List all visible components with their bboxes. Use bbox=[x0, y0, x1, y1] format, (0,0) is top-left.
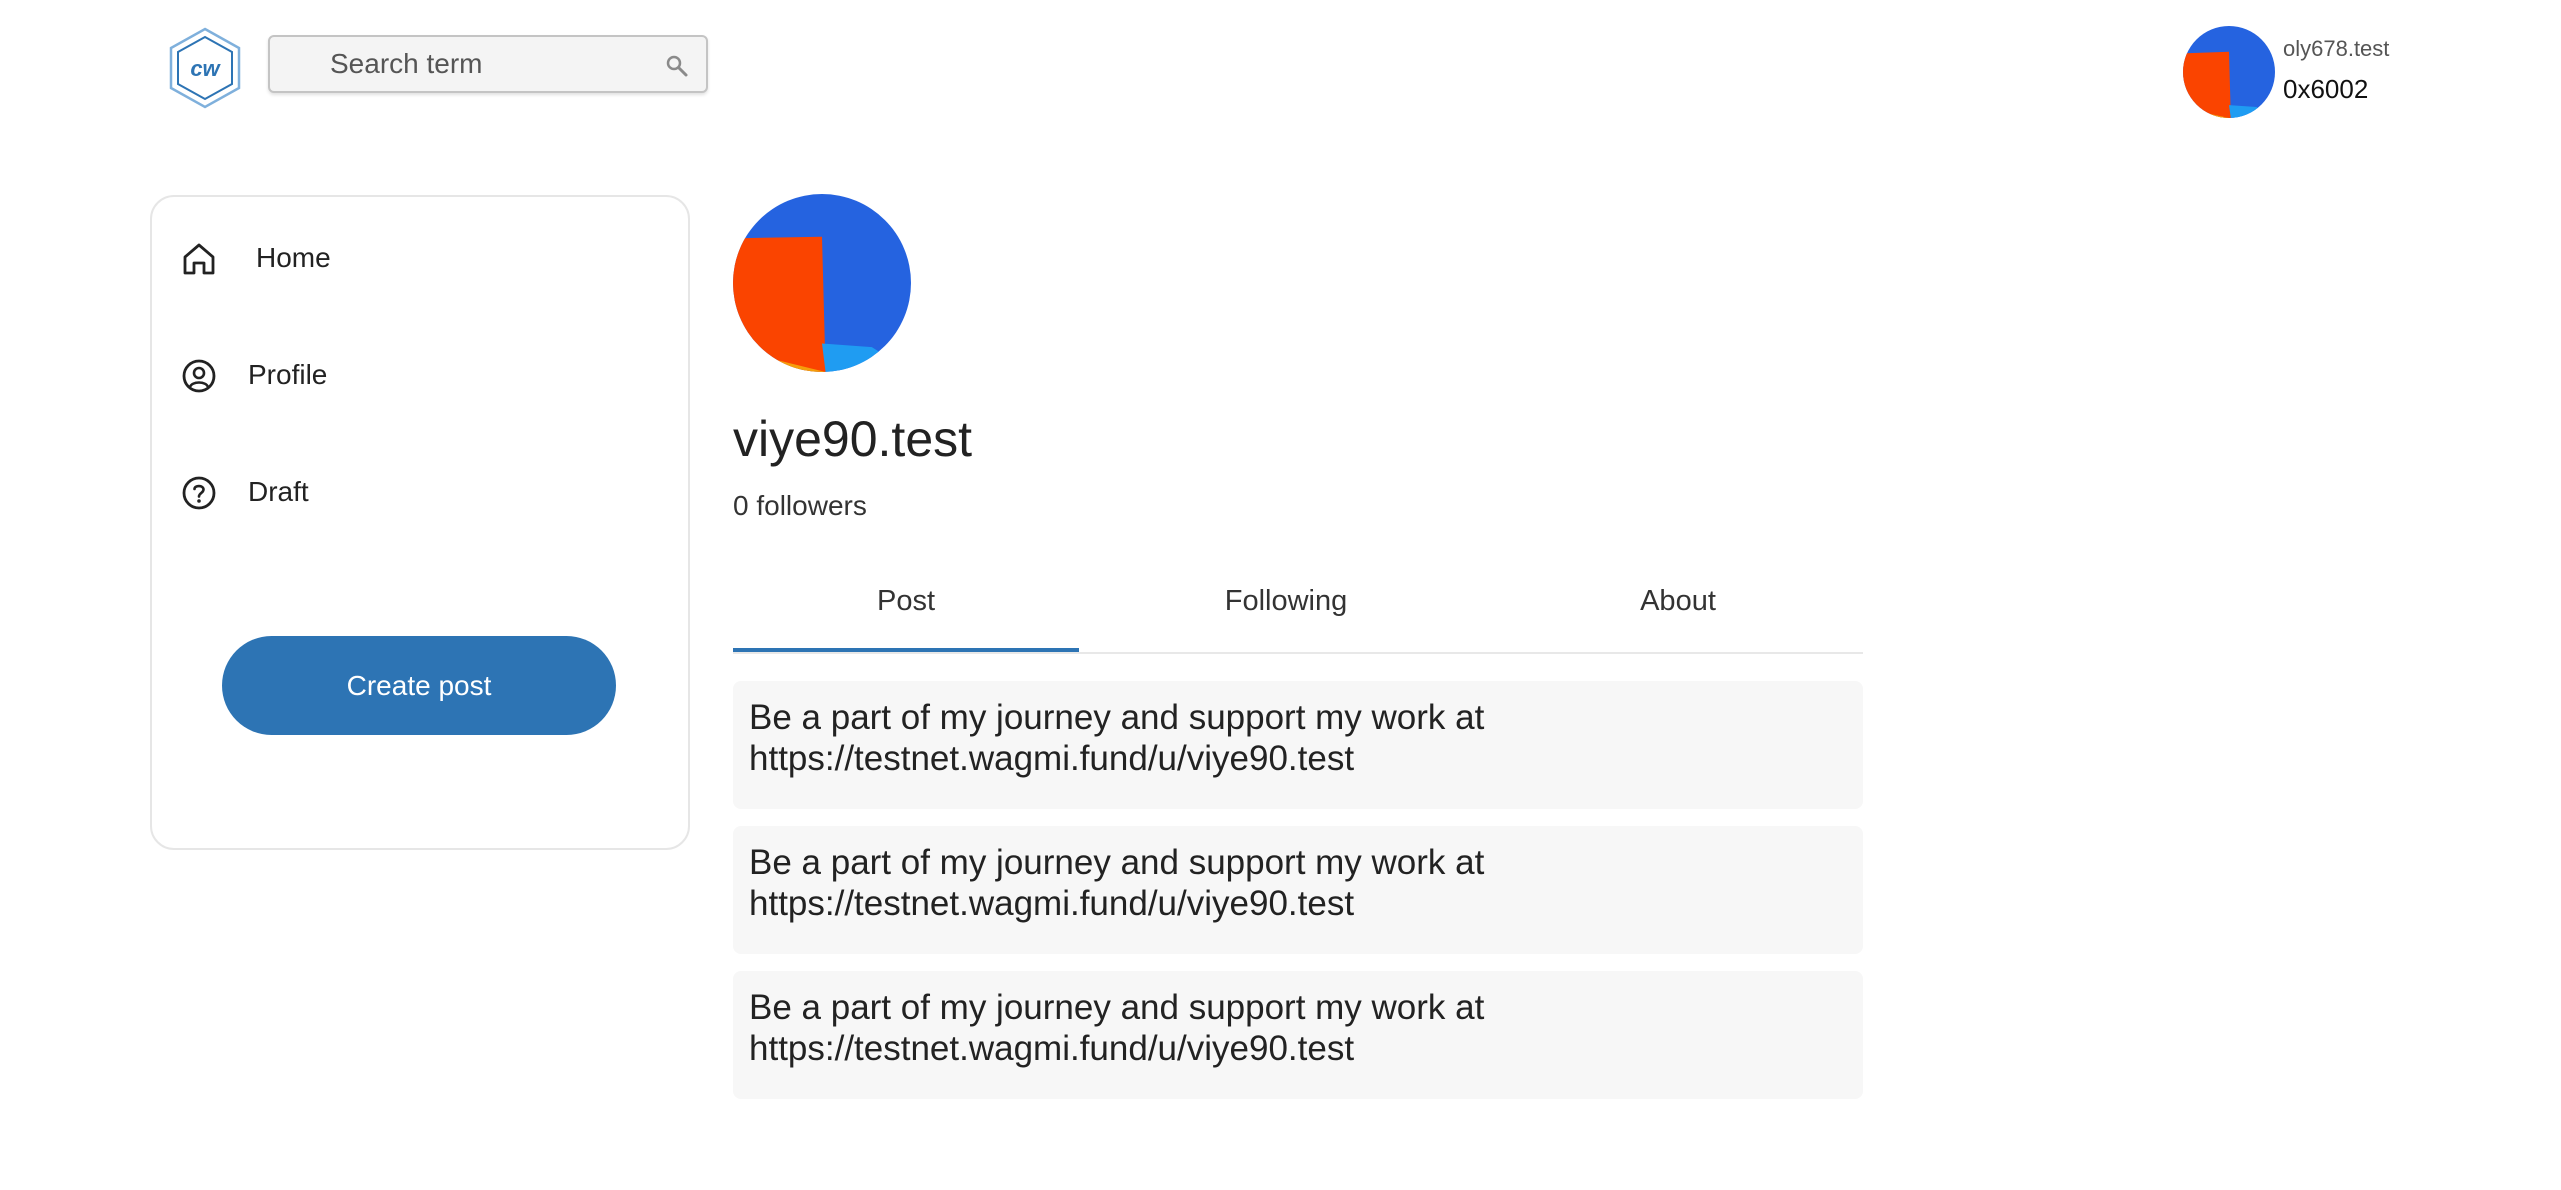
create-post-button[interactable]: Create post bbox=[222, 636, 616, 735]
home-icon bbox=[180, 240, 218, 278]
sidebar-item-profile-label: Profile bbox=[248, 359, 328, 390]
post-link-line: https://testnet.wagmi.fund/u/viye90.test bbox=[749, 884, 1355, 923]
post-card[interactable]: Be a part of my journey and support my w… bbox=[733, 826, 1863, 954]
tab-about-label: About bbox=[1640, 585, 1716, 617]
app-logo-text: cw bbox=[190, 56, 221, 81]
current-user-avatar[interactable] bbox=[2183, 26, 2275, 118]
sidebar-item-draft-label: Draft bbox=[248, 476, 309, 507]
app-logo[interactable]: cw bbox=[167, 26, 243, 110]
post-link-line: https://testnet.wagmi.fund/u/viye90.test bbox=[749, 1029, 1355, 1068]
question-circle-icon bbox=[180, 474, 218, 512]
sidebar-item-home-label: Home bbox=[256, 242, 331, 273]
profile-name: viye90.test bbox=[733, 411, 973, 467]
post-card[interactable]: Be a part of my journey and support my w… bbox=[733, 681, 1863, 809]
search-input[interactable] bbox=[270, 37, 706, 91]
current-user-address: 0x6002 bbox=[2283, 74, 2369, 104]
page: cw oly678.test 0x6002 bbox=[0, 0, 2561, 1190]
tab-post[interactable]: Post bbox=[733, 570, 1079, 652]
profile-tabs: Post Following About bbox=[733, 570, 1863, 654]
tab-following-label: Following bbox=[1224, 585, 1348, 617]
search-icon[interactable] bbox=[664, 53, 690, 79]
post-text-line: Be a part of my journey and support my w… bbox=[749, 988, 1485, 1027]
post-link-line: https://testnet.wagmi.fund/u/viye90.test bbox=[749, 739, 1355, 778]
post-text-line: Be a part of my journey and support my w… bbox=[749, 698, 1485, 737]
sidebar-item-profile[interactable]: Profile bbox=[180, 345, 660, 405]
sidebar-item-home[interactable]: Home bbox=[180, 228, 660, 288]
search-box bbox=[268, 35, 708, 93]
post-card[interactable]: Be a part of my journey and support my w… bbox=[733, 971, 1863, 1099]
tab-about[interactable]: About bbox=[1493, 570, 1863, 650]
user-circle-icon bbox=[180, 357, 218, 395]
current-user-chip[interactable]: oly678.test 0x6002 bbox=[2183, 26, 2443, 121]
current-user-name: oly678.test bbox=[2283, 36, 2390, 61]
tab-post-label: Post bbox=[876, 585, 936, 617]
profile-followers-count: 0 followers bbox=[733, 490, 867, 521]
sidebar bbox=[150, 195, 690, 850]
tab-following[interactable]: Following bbox=[1079, 570, 1493, 650]
active-tab-indicator bbox=[733, 648, 1079, 652]
profile-avatar bbox=[733, 194, 911, 372]
sidebar-item-draft[interactable]: Draft bbox=[180, 462, 660, 522]
post-text-line: Be a part of my journey and support my w… bbox=[749, 843, 1485, 882]
